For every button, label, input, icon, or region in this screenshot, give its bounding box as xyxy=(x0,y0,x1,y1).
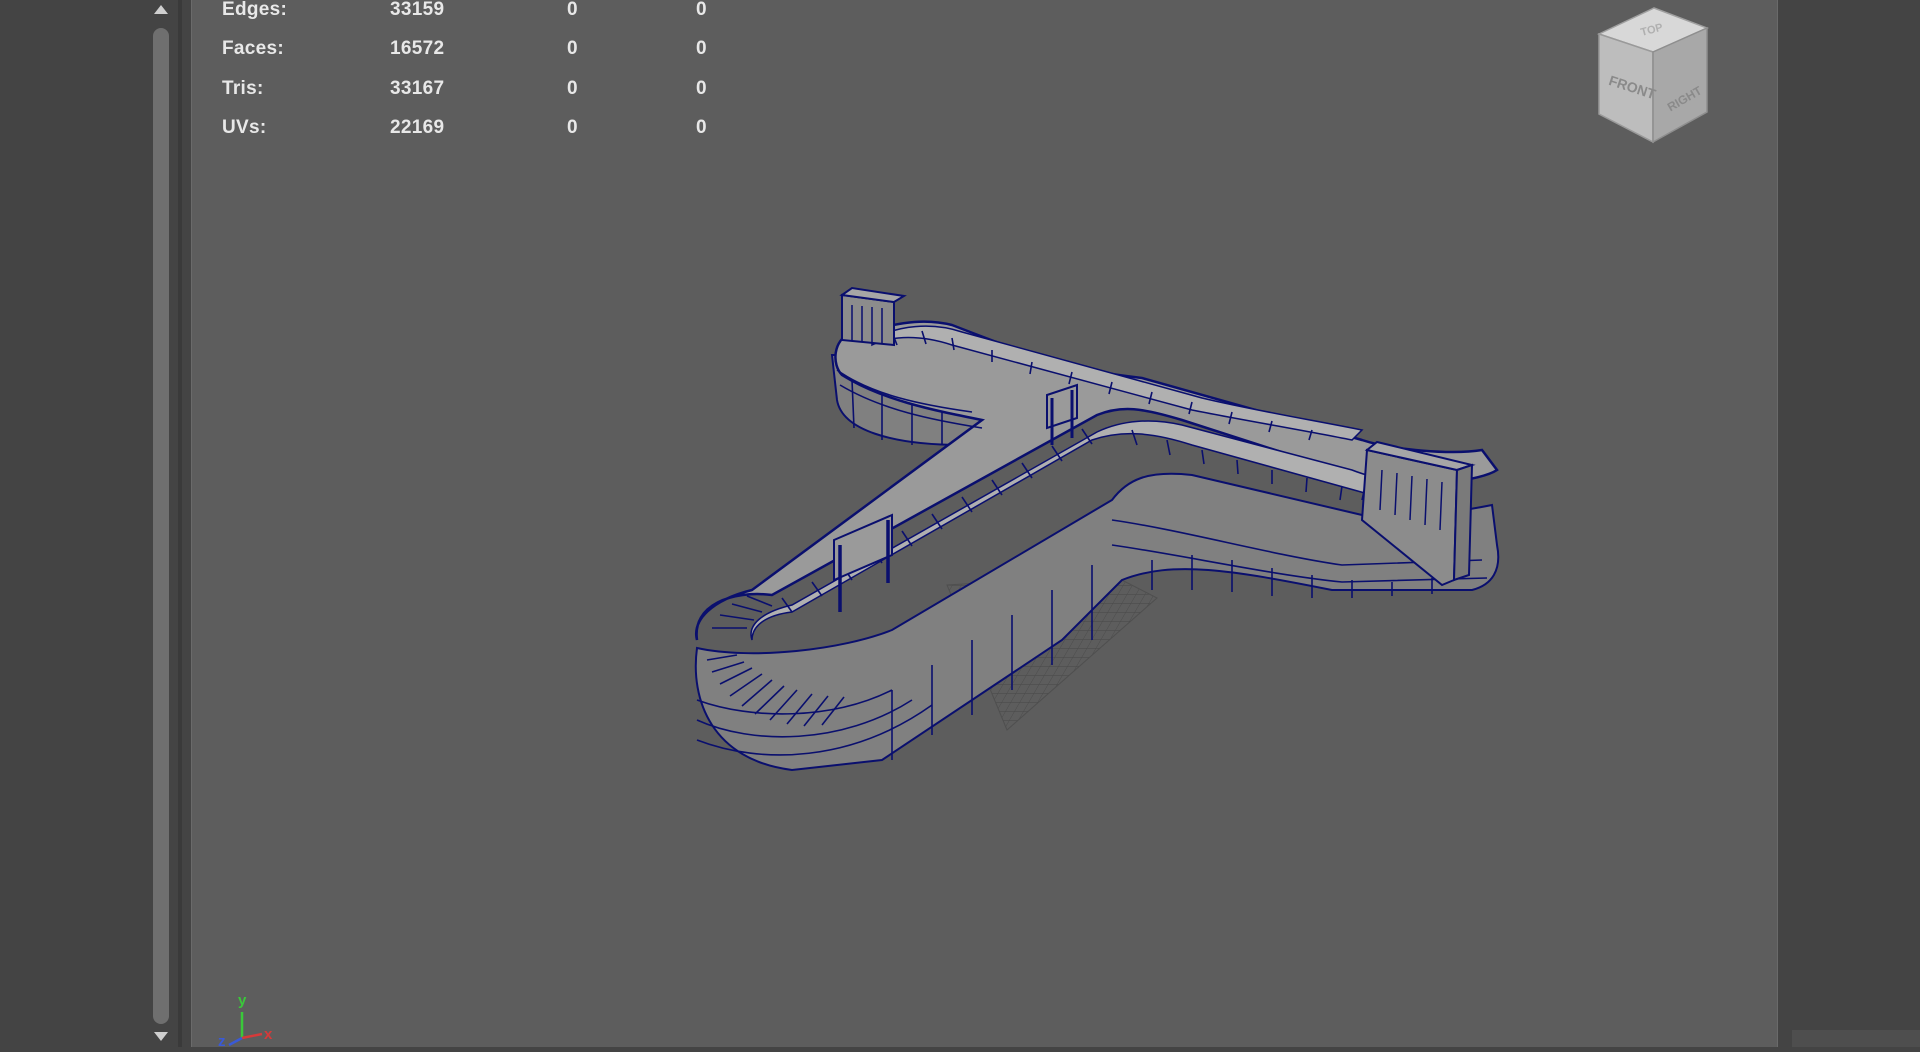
scroll-down-arrow-icon[interactable] xyxy=(153,1028,169,1044)
wireframe-mesh[interactable] xyxy=(192,0,1777,1047)
axis-gizmo-icon: y x z xyxy=(217,988,277,1050)
right-panel-strip xyxy=(1792,1030,1920,1047)
axis-z-label: z xyxy=(218,1033,226,1047)
axis-x-label: x xyxy=(264,1026,273,1043)
scroll-up-arrow-icon[interactable] xyxy=(153,2,169,18)
viewcube-icon[interactable]: FRONT RIGHT TOP xyxy=(1589,4,1729,144)
vertical-scrollbar[interactable] xyxy=(150,0,172,1047)
axis-z-line xyxy=(228,1036,243,1047)
3d-viewport[interactable]: Edges: 33159 0 0 Faces: 16572 0 0 Tris: … xyxy=(191,0,1778,1050)
axis-y-label: y xyxy=(238,992,247,1009)
scroll-track[interactable] xyxy=(153,28,169,1024)
viewport-frame xyxy=(178,0,182,1047)
right-panel xyxy=(1778,0,1920,1047)
axis-x-line xyxy=(241,1032,263,1040)
scroll-thumb[interactable] xyxy=(153,28,169,1024)
